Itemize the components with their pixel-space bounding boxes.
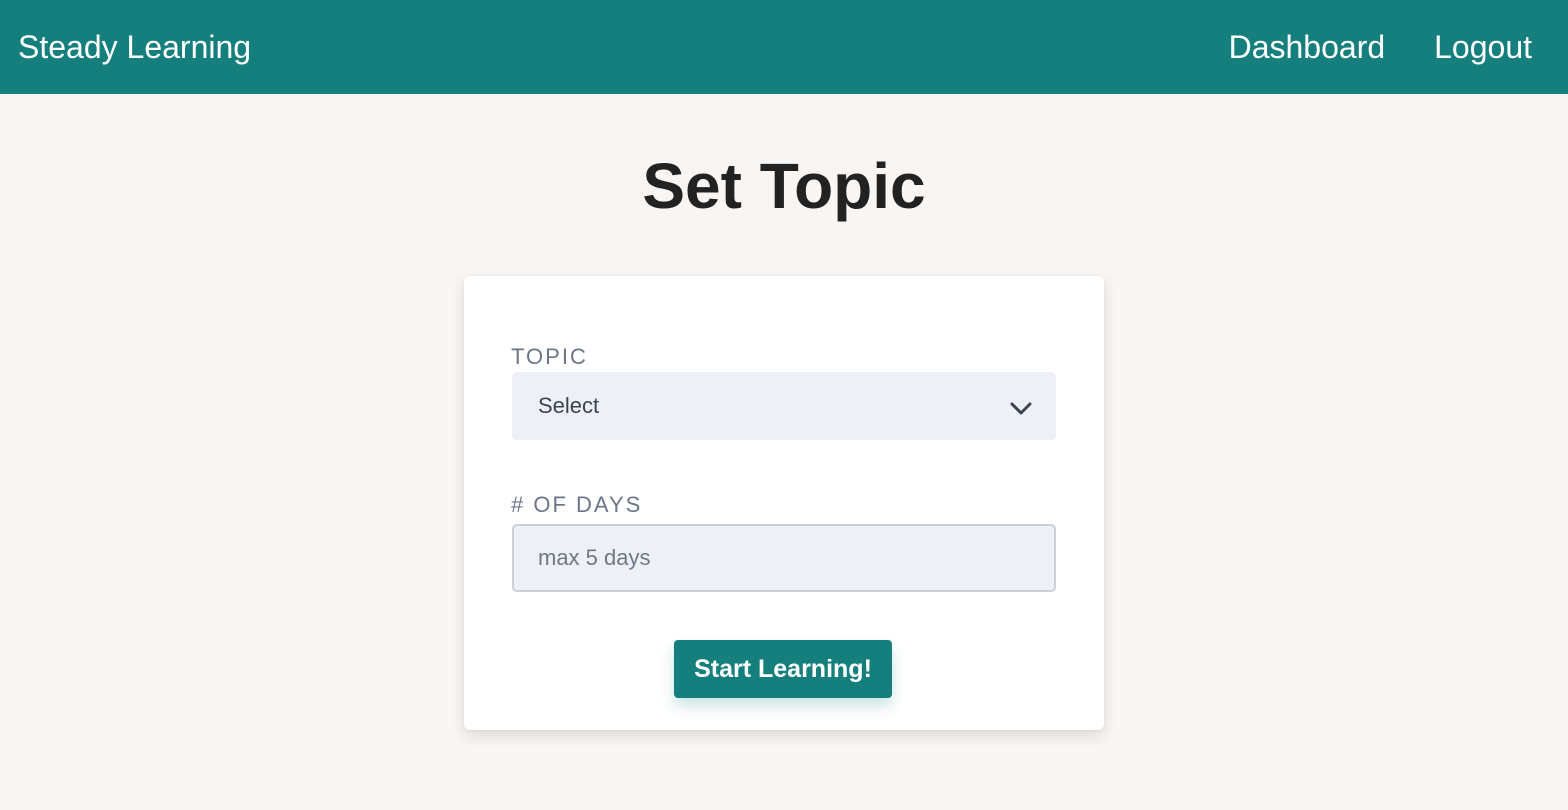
topic-label: TOPIC — [511, 344, 588, 369]
start-learning-button[interactable]: Start Learning! — [674, 640, 892, 698]
set-topic-form-card: TOPIC Select # OF DAYS Start Learning! — [464, 276, 1104, 730]
nav-links: Dashboard Logout — [1180, 29, 1532, 66]
top-navbar: Steady Learning Dashboard Logout — [0, 0, 1568, 94]
nav-link-dashboard[interactable]: Dashboard — [1229, 29, 1386, 66]
days-label: # OF DAYS — [511, 492, 643, 517]
topic-select-value: Select — [538, 393, 600, 418]
page-title: Set Topic — [642, 150, 926, 222]
nav-link-logout[interactable]: Logout — [1434, 29, 1532, 66]
chevron-down-icon — [1008, 396, 1034, 422]
days-input[interactable] — [512, 524, 1056, 592]
brand-link[interactable]: Steady Learning — [18, 29, 251, 66]
topic-select[interactable]: Select — [512, 372, 1056, 440]
